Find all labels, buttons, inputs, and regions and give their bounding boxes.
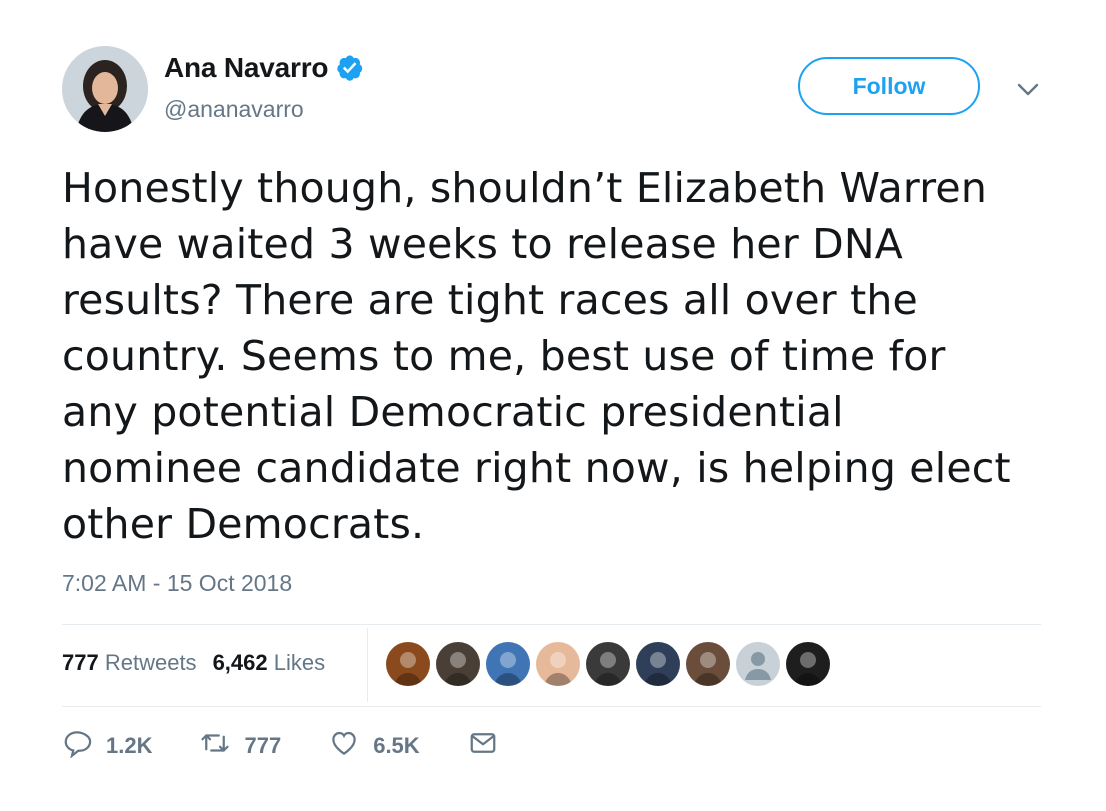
retweet-icon — [200, 728, 230, 763]
author-avatar[interactable] — [62, 46, 148, 132]
like-count: 6.5K — [373, 732, 420, 758]
author-handle[interactable]: @ananavarro — [164, 96, 304, 123]
likes-stat[interactable]: 6,462 Likes — [213, 650, 326, 676]
heart-icon — [329, 728, 359, 763]
tweet-timestamp[interactable]: 7:02 AM - 15 Oct 2018 — [62, 570, 292, 597]
author-name[interactable]: Ana Navarro — [164, 52, 329, 84]
follow-button[interactable]: Follow — [798, 57, 980, 115]
tweet-actions: 1.2K 777 6.5K — [62, 728, 546, 763]
author-name-row[interactable]: Ana Navarro — [164, 52, 364, 84]
tweet-stats: 777 Retweets 6,462 Likes — [62, 650, 341, 676]
profile-photo — [62, 46, 148, 132]
retweets-count: 777 — [62, 650, 99, 675]
like-button[interactable]: 6.5K — [329, 728, 420, 763]
liker-avatar[interactable] — [486, 642, 530, 686]
retweet-count: 777 — [244, 732, 282, 758]
default-avatar[interactable] — [736, 642, 780, 686]
verified-badge-icon — [336, 54, 364, 82]
envelope-icon — [468, 728, 498, 763]
liker-avatar[interactable] — [686, 642, 730, 686]
direct-message-button[interactable] — [468, 728, 498, 763]
likes-count: 6,462 — [212, 650, 268, 675]
divider — [62, 624, 1041, 625]
chevron-down-icon[interactable] — [1015, 80, 1041, 100]
liker-avatar[interactable] — [586, 642, 630, 686]
likes-label: Likes — [273, 650, 326, 675]
reply-button[interactable]: 1.2K — [62, 728, 152, 763]
reply-count: 1.2K — [106, 732, 153, 758]
reply-icon — [62, 728, 92, 763]
liker-avatar[interactable] — [386, 642, 430, 686]
liker-avatar[interactable] — [786, 642, 830, 686]
divider — [62, 706, 1041, 707]
retweets-stat[interactable]: 777 Retweets — [62, 650, 197, 676]
liker-avatar[interactable] — [636, 642, 680, 686]
liker-avatars — [386, 642, 836, 686]
liker-avatar[interactable] — [536, 642, 580, 686]
liker-avatar[interactable] — [436, 642, 480, 686]
stats-divider — [367, 628, 368, 702]
retweet-button[interactable]: 777 — [200, 728, 281, 763]
retweets-label: Retweets — [104, 650, 197, 675]
tweet-text: Honestly though, shouldn’t Elizabeth War… — [62, 164, 1011, 548]
